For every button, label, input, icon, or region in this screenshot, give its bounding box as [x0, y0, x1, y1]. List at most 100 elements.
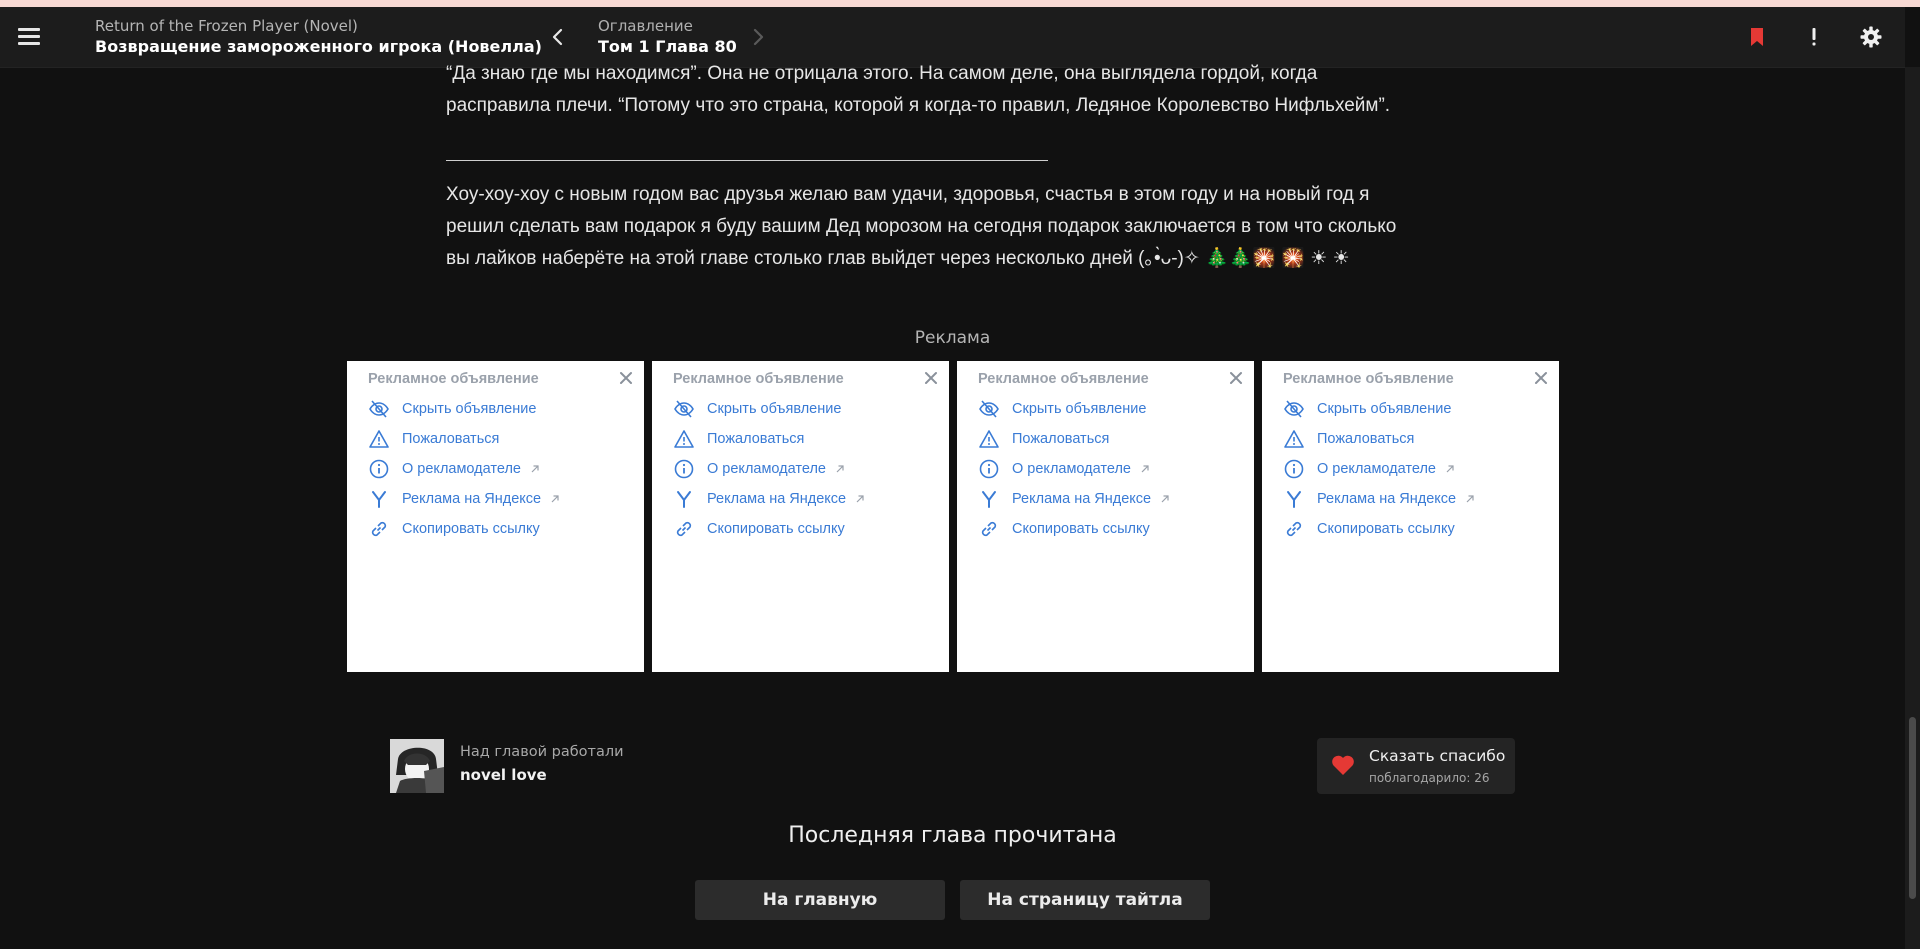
- warning-icon: [1283, 428, 1305, 450]
- info-icon: [673, 458, 695, 480]
- ad-link-label: Пожаловаться: [707, 431, 805, 447]
- warning-icon: [978, 428, 1000, 450]
- eye-off-icon: [673, 398, 695, 420]
- link-icon: [1283, 518, 1305, 540]
- thanks-button[interactable]: Сказать спасибо поблагодарило: 26: [1317, 738, 1515, 794]
- ad-link-label: Скрыть объявление: [1317, 401, 1452, 417]
- ad-link-label: Пожаловаться: [402, 431, 500, 447]
- report-icon[interactable]: [1802, 25, 1826, 49]
- text-divider: [446, 160, 1048, 161]
- ad-link-label: Реклама на Яндексе: [707, 491, 847, 507]
- yandex-icon: [673, 488, 695, 510]
- ad-link-label: Скрыть объявление: [402, 401, 537, 417]
- link-icon: [978, 518, 1000, 540]
- about-advertiser-link[interactable]: О рекламодателе: [978, 456, 1151, 482]
- chapter-line: “Да знаю где мы находимся”. Она не отриц…: [446, 63, 1318, 84]
- copy-link[interactable]: Скопировать ссылку: [368, 516, 540, 542]
- copy-link[interactable]: Скопировать ссылку: [978, 516, 1150, 542]
- external-link-icon: [531, 465, 539, 473]
- page-scrollbar[interactable]: [1905, 67, 1920, 949]
- ad-link-label: Скопировать ссылку: [402, 521, 540, 537]
- ad-link-label: О рекламодателе: [402, 461, 521, 477]
- chapter-text: “Да знаю где мы находимся”. Она не отриц…: [446, 58, 1456, 122]
- close-icon[interactable]: [923, 370, 939, 386]
- hide-ad-link[interactable]: Скрыть объявление: [368, 396, 536, 422]
- warning-icon: [368, 428, 390, 450]
- yandex-ads-link[interactable]: Реклама на Яндексе: [978, 486, 1171, 512]
- bookmark-icon[interactable]: [1745, 25, 1769, 49]
- hide-ad-link[interactable]: Скрыть объявление: [673, 396, 841, 422]
- avatar[interactable]: [390, 739, 444, 793]
- external-link-icon: [1161, 495, 1169, 503]
- menu-icon[interactable]: [18, 28, 40, 46]
- hide-ad-link[interactable]: Скрыть объявление: [1283, 396, 1451, 422]
- eye-off-icon: [978, 398, 1000, 420]
- ad-link-label: Реклама на Яндексе: [1012, 491, 1152, 507]
- note-line: решил сделать вам подарок я буду вашим Д…: [446, 216, 1397, 237]
- novel-title-en: Return of the Frozen Player (Novel): [95, 17, 358, 35]
- hide-ad-link[interactable]: Скрыть объявление: [978, 396, 1146, 422]
- close-icon[interactable]: [618, 370, 634, 386]
- ad-card-title: Рекламное объявление: [368, 371, 539, 387]
- note-line: Хоу-хоу-хоу с новым годом вас друзья жел…: [446, 184, 1370, 205]
- external-link-icon: [856, 495, 864, 503]
- ad-link-label: Скрыть объявление: [707, 401, 842, 417]
- gear-icon[interactable]: [1859, 25, 1883, 49]
- ad-link-label: О рекламодателе: [1317, 461, 1436, 477]
- warning-icon: [673, 428, 695, 450]
- ad-link-label: Скрыть объявление: [1012, 401, 1147, 417]
- home-button[interactable]: На главную: [695, 880, 945, 920]
- yandex-ads-link[interactable]: Реклама на Яндексе: [368, 486, 561, 512]
- title-page-button[interactable]: На страницу тайтла: [960, 880, 1210, 920]
- current-chapter: Том 1 Глава 80: [598, 37, 737, 56]
- yandex-ads-link[interactable]: Реклама на Яндексе: [673, 486, 866, 512]
- info-icon: [1283, 458, 1305, 480]
- info-icon: [368, 458, 390, 480]
- thanks-label: Сказать спасибо: [1369, 747, 1506, 765]
- link-icon: [673, 518, 695, 540]
- report-ad-link[interactable]: Пожаловаться: [1283, 426, 1414, 452]
- about-advertiser-link[interactable]: О рекламодателе: [1283, 456, 1456, 482]
- report-ad-link[interactable]: Пожаловаться: [978, 426, 1109, 452]
- info-icon: [978, 458, 1000, 480]
- yandex-icon: [368, 488, 390, 510]
- credits-label: Над главой работали: [460, 744, 624, 760]
- heart-icon: [1331, 754, 1355, 776]
- ad-link-label: Реклама на Яндексе: [1317, 491, 1457, 507]
- report-ad-link[interactable]: Пожаловаться: [673, 426, 804, 452]
- ad-link-label: Реклама на Яндексе: [402, 491, 542, 507]
- ad-section-label: Реклама: [914, 328, 991, 348]
- chevron-left-icon[interactable]: [548, 26, 568, 48]
- about-advertiser-link[interactable]: О рекламодателе: [368, 456, 541, 482]
- copy-link[interactable]: Скопировать ссылку: [673, 516, 845, 542]
- ad-card: Рекламное объявление Скрыть объявление П…: [1262, 361, 1559, 672]
- yandex-icon: [1283, 488, 1305, 510]
- copy-link[interactable]: Скопировать ссылку: [1283, 516, 1455, 542]
- close-icon[interactable]: [1533, 370, 1549, 386]
- scrollbar-thumb[interactable]: [1909, 717, 1916, 899]
- report-ad-link[interactable]: Пожаловаться: [368, 426, 499, 452]
- yandex-icon: [978, 488, 1000, 510]
- translator-note: Хоу-хоу-хоу с новым годом вас друзья жел…: [446, 179, 1456, 275]
- external-link-icon: [1141, 465, 1149, 473]
- thanks-count: поблагодарило: 26: [1369, 771, 1490, 785]
- ad-link-label: Пожаловаться: [1012, 431, 1110, 447]
- novel-title-ru[interactable]: Возвращение замороженного игрока (Новелл…: [95, 36, 542, 58]
- eye-off-icon: [1283, 398, 1305, 420]
- ad-link-label: Скопировать ссылку: [1012, 521, 1150, 537]
- external-link-icon: [1466, 495, 1474, 503]
- note-line: вы лайков наберёте на этой главе столько…: [446, 248, 1350, 269]
- ad-card-title: Рекламное объявление: [1283, 371, 1454, 387]
- about-advertiser-link[interactable]: О рекламодателе: [673, 456, 846, 482]
- translator-name[interactable]: novel love: [460, 766, 547, 784]
- chevron-right-icon[interactable]: [748, 26, 768, 48]
- yandex-ads-link[interactable]: Реклама на Яндексе: [1283, 486, 1476, 512]
- close-icon[interactable]: [1228, 370, 1244, 386]
- novel-titles: Return of the Frozen Player (Novel) Возв…: [95, 17, 542, 58]
- ad-link-label: О рекламодателе: [1012, 461, 1131, 477]
- ad-card: Рекламное объявление Скрыть объявление П…: [652, 361, 949, 672]
- chapter-line: расправила плечи. “Потому что это страна…: [446, 95, 1391, 116]
- table-of-contents[interactable]: Оглавление Том 1 Глава 80: [598, 17, 737, 58]
- ad-link-label: Скопировать ссылку: [1317, 521, 1455, 537]
- last-chapter-read-message: Последняя глава прочитана: [788, 823, 1117, 848]
